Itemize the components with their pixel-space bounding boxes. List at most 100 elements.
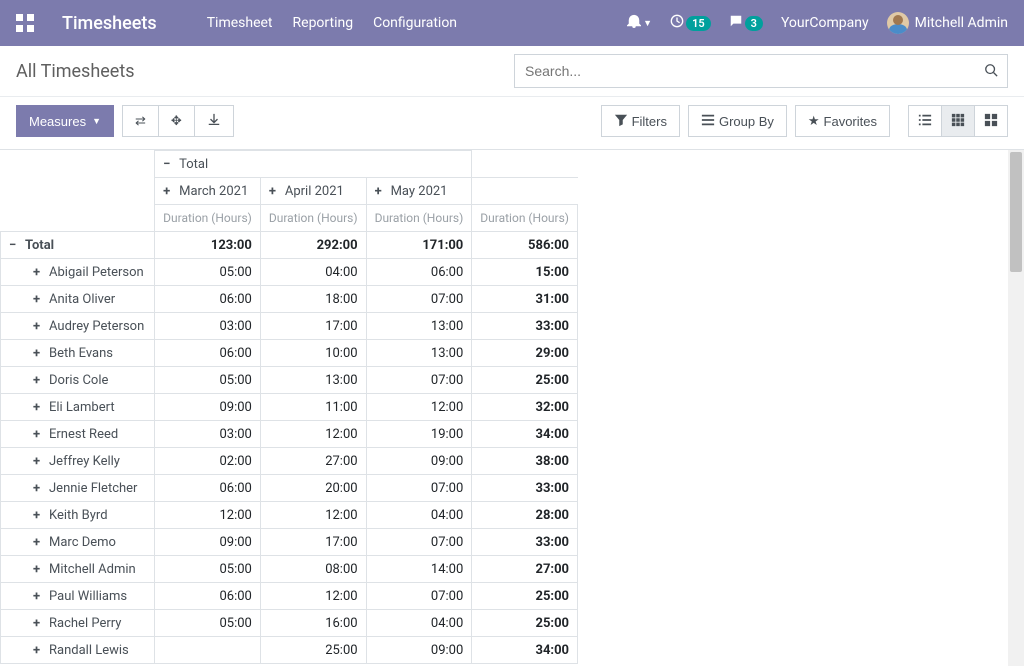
scrollbar-thumb[interactable] xyxy=(1010,152,1022,272)
row-header[interactable]: +Eli Lambert xyxy=(1,394,155,421)
cell[interactable]: 04:00 xyxy=(366,502,472,529)
cell[interactable]: 07:00 xyxy=(366,286,472,313)
cell[interactable]: 13:00 xyxy=(260,367,366,394)
row-header[interactable]: +Anita Oliver xyxy=(1,286,155,313)
favorites-button[interactable]: ★ Favorites xyxy=(795,105,890,137)
column-header-april[interactable]: +April 2021 xyxy=(260,178,366,205)
cell[interactable]: 18:00 xyxy=(260,286,366,313)
cell[interactable]: 07:00 xyxy=(366,583,472,610)
cell[interactable]: 13:00 xyxy=(366,313,472,340)
cell[interactable]: 07:00 xyxy=(366,475,472,502)
cell[interactable]: 05:00 xyxy=(155,259,261,286)
cell[interactable]: 17:00 xyxy=(260,313,366,340)
cell[interactable]: 09:00 xyxy=(155,394,261,421)
cell[interactable]: 04:00 xyxy=(260,259,366,286)
cell[interactable]: 14:00 xyxy=(366,556,472,583)
view-list-button[interactable] xyxy=(908,105,942,137)
cell[interactable]: 09:00 xyxy=(155,529,261,556)
measures-button[interactable]: Measures ▼ xyxy=(16,105,114,137)
cell[interactable]: 12:00 xyxy=(366,394,472,421)
cell[interactable]: 10:00 xyxy=(260,340,366,367)
row-header[interactable]: +Keith Byrd xyxy=(1,502,155,529)
cell[interactable]: 27:00 xyxy=(260,448,366,475)
filters-button[interactable]: Filters xyxy=(601,105,680,137)
cell[interactable]: 05:00 xyxy=(155,556,261,583)
row-header[interactable]: +Abigail Peterson xyxy=(1,259,155,286)
cell[interactable]: 05:00 xyxy=(155,367,261,394)
column-header-may[interactable]: +May 2021 xyxy=(366,178,472,205)
flip-axis-button[interactable]: ⇄ xyxy=(122,105,159,137)
cell[interactable]: 12:00 xyxy=(155,502,261,529)
cell[interactable]: 02:00 xyxy=(155,448,261,475)
cell[interactable]: 03:00 xyxy=(155,313,261,340)
cell[interactable]: 12:00 xyxy=(260,502,366,529)
cell[interactable]: 11:00 xyxy=(260,394,366,421)
cell[interactable]: 09:00 xyxy=(366,637,472,664)
cell[interactable]: 33:00 xyxy=(472,313,578,340)
cell[interactable]: 19:00 xyxy=(366,421,472,448)
cell[interactable]: 06:00 xyxy=(155,583,261,610)
cell[interactable]: 12:00 xyxy=(260,583,366,610)
cell[interactable]: 06:00 xyxy=(155,340,261,367)
cell[interactable]: 25:00 xyxy=(472,610,578,637)
cell[interactable]: 12:00 xyxy=(260,421,366,448)
cell[interactable]: 06:00 xyxy=(155,286,261,313)
cell[interactable]: 123:00 xyxy=(155,232,261,259)
row-header[interactable]: +Doris Cole xyxy=(1,367,155,394)
cell[interactable]: 03:00 xyxy=(155,421,261,448)
cell[interactable]: 25:00 xyxy=(472,367,578,394)
brand[interactable]: Timesheets xyxy=(62,13,157,34)
cell[interactable]: 34:00 xyxy=(472,421,578,448)
cell[interactable]: 06:00 xyxy=(366,259,472,286)
row-header[interactable]: +Randall Lewis xyxy=(1,637,155,664)
cell[interactable]: 31:00 xyxy=(472,286,578,313)
column-total-header[interactable]: −Total xyxy=(155,151,472,178)
apps-icon[interactable] xyxy=(16,14,34,32)
discuss-menu[interactable]: 3 xyxy=(729,14,763,32)
cell[interactable]: 05:00 xyxy=(155,610,261,637)
nav-menu-configuration[interactable]: Configuration xyxy=(373,15,457,31)
cell[interactable]: 32:00 xyxy=(472,394,578,421)
column-header-march[interactable]: +March 2021 xyxy=(155,178,261,205)
row-header[interactable]: +Rachel Perry xyxy=(1,610,155,637)
cell[interactable]: 25:00 xyxy=(472,583,578,610)
cell[interactable]: 29:00 xyxy=(472,340,578,367)
cell[interactable]: 586:00 xyxy=(472,232,578,259)
row-header[interactable]: +Ernest Reed xyxy=(1,421,155,448)
groupby-button[interactable]: Group By xyxy=(688,105,787,137)
cell[interactable]: 13:00 xyxy=(366,340,472,367)
cell[interactable]: 27:00 xyxy=(472,556,578,583)
cell[interactable]: 08:00 xyxy=(260,556,366,583)
cell[interactable]: 06:00 xyxy=(155,475,261,502)
cell[interactable]: 07:00 xyxy=(366,529,472,556)
cell[interactable]: 20:00 xyxy=(260,475,366,502)
download-button[interactable] xyxy=(194,105,234,137)
row-header[interactable]: +Jennie Fletcher xyxy=(1,475,155,502)
expand-all-button[interactable]: ✥ xyxy=(158,105,195,137)
cell[interactable]: 33:00 xyxy=(472,529,578,556)
cell[interactable]: 17:00 xyxy=(260,529,366,556)
view-pivot-button[interactable] xyxy=(941,105,975,137)
search-input[interactable] xyxy=(514,54,1008,88)
row-header[interactable]: +Marc Demo xyxy=(1,529,155,556)
row-header[interactable]: +Jeffrey Kelly xyxy=(1,448,155,475)
cell[interactable]: 34:00 xyxy=(472,637,578,664)
row-header[interactable]: +Mitchell Admin xyxy=(1,556,155,583)
cell[interactable]: 38:00 xyxy=(472,448,578,475)
row-header[interactable]: +Audrey Peterson xyxy=(1,313,155,340)
row-header[interactable]: +Paul Williams xyxy=(1,583,155,610)
notifications-menu[interactable]: ▼ xyxy=(627,14,652,32)
nav-menu-timesheet[interactable]: Timesheet xyxy=(207,15,273,31)
cell[interactable]: 33:00 xyxy=(472,475,578,502)
cell[interactable]: 25:00 xyxy=(260,637,366,664)
row-total-header[interactable]: −Total xyxy=(1,232,155,259)
cell[interactable]: 09:00 xyxy=(366,448,472,475)
cell[interactable]: 171:00 xyxy=(366,232,472,259)
view-kanban-button[interactable] xyxy=(974,105,1008,137)
row-header[interactable]: +Beth Evans xyxy=(1,340,155,367)
activities-menu[interactable]: 15 xyxy=(670,14,711,32)
cell[interactable]: 28:00 xyxy=(472,502,578,529)
cell[interactable]: 07:00 xyxy=(366,367,472,394)
cell[interactable]: 15:00 xyxy=(472,259,578,286)
scrollbar[interactable] xyxy=(1008,150,1024,666)
